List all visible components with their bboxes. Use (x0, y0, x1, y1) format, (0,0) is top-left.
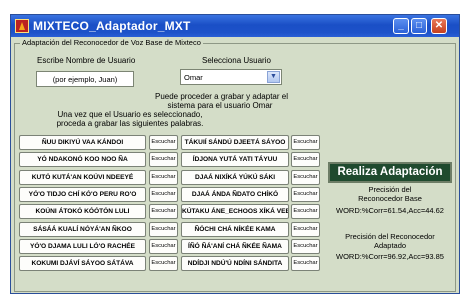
adapt-button[interactable]: Realiza Adaptación (328, 162, 452, 183)
listen-button[interactable]: Escuchar (149, 238, 178, 254)
listen-button[interactable]: Escuchar (291, 221, 320, 237)
word-button[interactable]: DJAÁ ÁNDA ÑDATO CHÍKÓ (181, 186, 289, 202)
user-name-label: Escribe Nombre de Usuario (37, 56, 136, 65)
base-accuracy-title: Precisión del Reconocedor Base (328, 185, 452, 203)
adapted-accuracy-title-line2: Adaptado (373, 241, 407, 250)
chevron-down-icon[interactable]: ▼ (267, 71, 280, 83)
listen-button[interactable]: Escuchar (149, 152, 178, 168)
user-name-input[interactable]: (por ejemplo, Juan) (36, 71, 134, 87)
listen-button[interactable]: Escuchar (149, 169, 178, 185)
title-bar: MIXTECO_Adaptador_MXT _ □ ✕ (11, 15, 459, 37)
window-title: MIXTECO_Adaptador_MXT (33, 19, 191, 33)
instruction-message-1: Una vez que el Usuario es seleccionado, (57, 110, 203, 119)
listen-button[interactable]: Escuchar (149, 135, 178, 150)
user-select-dropdown[interactable]: Omar ▼ (180, 69, 282, 85)
app-window: MIXTECO_Adaptador_MXT _ □ ✕ Adaptación d… (10, 14, 460, 294)
listen-button[interactable]: Escuchar (149, 221, 178, 237)
base-accuracy-title-line2: Reconocedor Base (358, 194, 422, 203)
maximize-button[interactable]: □ (411, 18, 427, 34)
word-button[interactable]: KUTÓ KUTÁ'AN KOÚVI NDEEYÉ (19, 169, 146, 185)
listen-button[interactable]: Escuchar (149, 204, 178, 220)
base-accuracy-metrics: WORD:%Corr=61.54,Acc=44.62 (336, 206, 444, 215)
listen-button[interactable]: Escuchar (291, 238, 320, 254)
word-button[interactable]: YÓ NDAKONÓ KOO NOO ÑA (19, 152, 146, 168)
word-button[interactable]: DJAÁ NIXÍKÁ YÚKÚ SÁKI (181, 169, 289, 185)
status-message-2: sistema para el usuario Omar (167, 101, 273, 110)
listen-button[interactable]: Escuchar (291, 135, 320, 150)
minimize-button[interactable]: _ (393, 18, 409, 34)
status-message-1: Puede proceder a grabar y adaptar el (155, 92, 288, 101)
adapted-accuracy-title-line1: Precisión del Reconocedor (345, 232, 435, 241)
word-button[interactable]: NDÍDJI NDÚ'Ú NDÍNI SÁNDITA (181, 256, 289, 272)
user-select-label: Selecciona Usuario (202, 56, 271, 65)
adapted-accuracy-metrics: WORD:%Corr=96.92,Acc=93.85 (336, 252, 444, 261)
listen-button[interactable]: Escuchar (291, 204, 320, 220)
word-button[interactable]: YÓ'O DJAMA LULI LÓ'O RACHÉE (19, 238, 146, 254)
base-accuracy-title-line1: Precisión del (368, 185, 412, 194)
listen-button[interactable]: Escuchar (291, 169, 320, 185)
user-select-value: Omar (184, 73, 203, 82)
adapted-accuracy-title: Precisión del Reconocedor Adaptado (328, 232, 452, 250)
word-button[interactable]: ÍDJONA YUTÁ YATI TÁYUU (181, 152, 289, 168)
word-button[interactable]: ÑUU DIKIYÚ VAA KÁNDOI (19, 135, 146, 150)
listen-button[interactable]: Escuchar (149, 256, 178, 272)
listen-button[interactable]: Escuchar (149, 186, 178, 202)
matlab-app-icon (15, 19, 29, 33)
listen-button[interactable]: Escuchar (291, 256, 320, 272)
word-button[interactable]: SÁSÁÁ KUALÍ NÓYÁ'AN ÑKOO (19, 221, 146, 237)
listen-button[interactable]: Escuchar (291, 186, 320, 202)
word-button[interactable]: TÁKUIÍ SÁNDÚ DJEETÁ SÁYOO (181, 135, 289, 150)
adaptation-panel: Adaptación del Reconocedor de Voz Base d… (14, 38, 456, 292)
instruction-message-2: proceda a grabar las siguientes palabras… (56, 119, 204, 128)
word-button[interactable]: YÓ'O TIDJO CHÍ KÓ'O PERU RO'O (19, 186, 146, 202)
word-button[interactable]: ÍÑÓ ÑÁ'ANÍ CHÁ ÑKÉE ÑAMA (181, 238, 289, 254)
word-button[interactable]: KOÚNI ÁTOKÓ KÓÓTÓN LULI (19, 204, 146, 220)
word-button[interactable]: KÚTAKU ÁNE_ECHOOS XÍKÁ VEE (181, 204, 289, 220)
close-button[interactable]: ✕ (431, 18, 447, 34)
listen-button[interactable]: Escuchar (291, 152, 320, 168)
panel-legend: Adaptación del Reconocedor de Voz Base d… (20, 38, 203, 47)
word-button[interactable]: KOKUMI DJÁVÍ SÁYOO SÁTÁVA (19, 256, 146, 272)
word-button[interactable]: ÑÓCHI CHÁ NÍKÉE KAMA (181, 221, 289, 237)
